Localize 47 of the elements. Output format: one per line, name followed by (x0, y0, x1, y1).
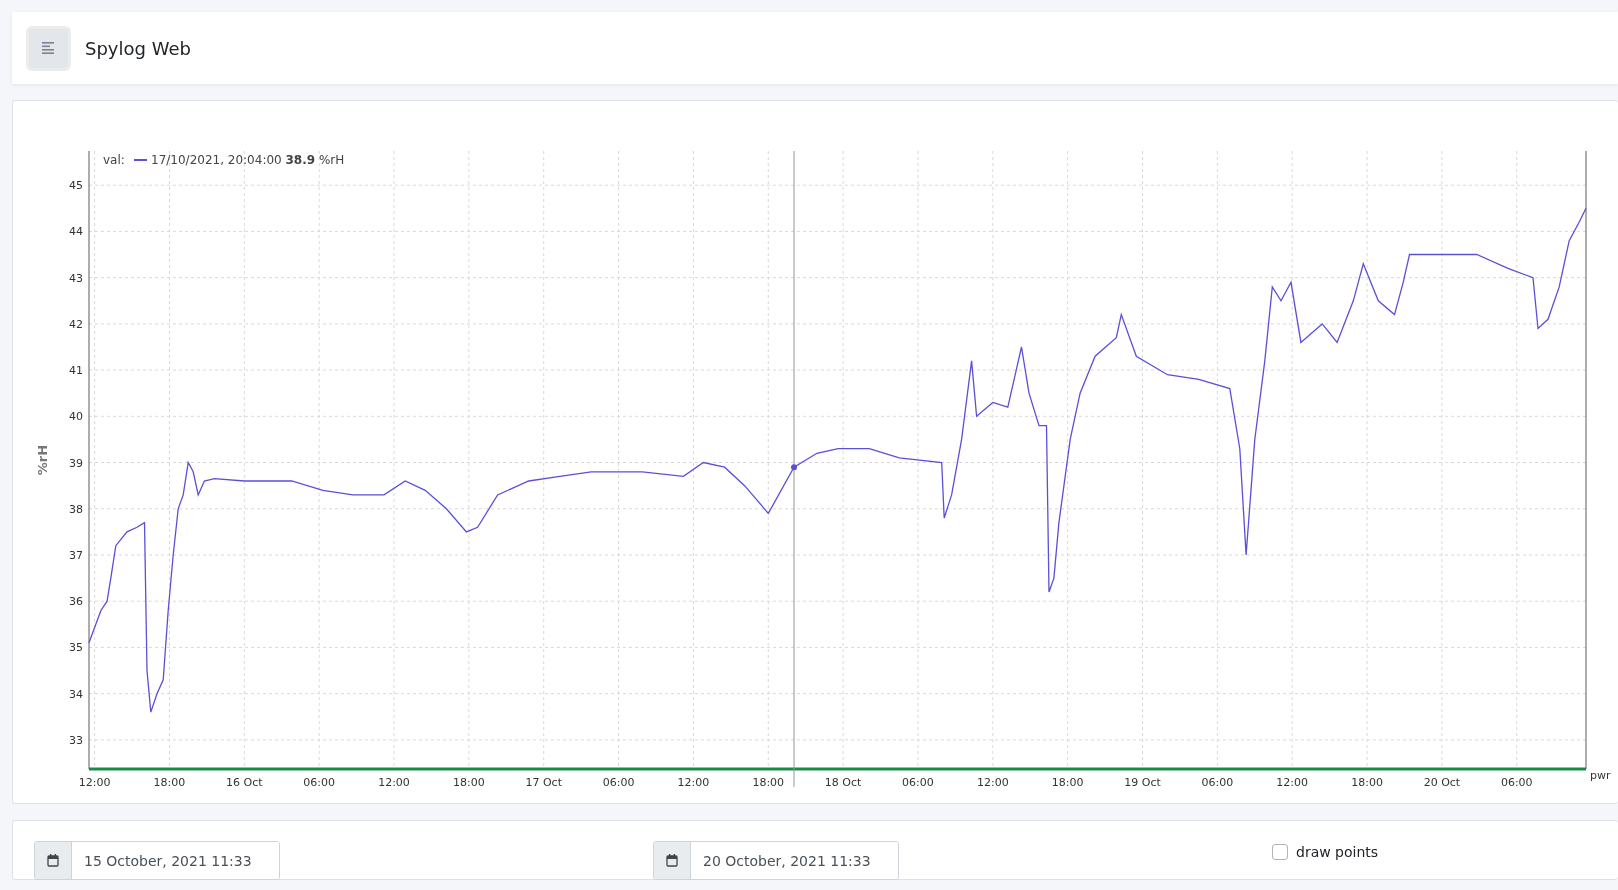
checkbox-label[interactable]: draw points (1296, 844, 1379, 860)
y-tick-label: 43 (69, 271, 83, 285)
x-tick-label: 18:00 (1351, 776, 1383, 789)
x-tick-label: 06:00 (303, 776, 335, 789)
menu-button[interactable] (26, 25, 71, 71)
x-tick-label: 12:00 (1276, 776, 1309, 789)
x-tick-label: 12:00 (78, 776, 111, 789)
y-tick-label: 33 (69, 733, 83, 747)
cursor-point (791, 464, 798, 471)
y-tick-label: 45 (69, 179, 83, 193)
y-tick-label: 35 (69, 641, 83, 655)
x-tick-label: 18:00 (752, 776, 785, 789)
x-tick-label: 12:00 (378, 776, 410, 789)
y-tick-label: 41 (69, 364, 83, 378)
x-tick-label: 19 Oct (1124, 776, 1161, 789)
y-tick-label: 40 (69, 410, 83, 424)
x-tick-label: 12:00 (976, 776, 1009, 789)
legend-value: 17/10/2021, 20:04:00 38.9 %rH (151, 152, 345, 169)
x-tick-label: 18:00 (1051, 776, 1084, 789)
app-title: Spylog Web (85, 37, 191, 59)
date-field[interactable]: 15 October, 2021 11:33 (34, 841, 280, 880)
x-tick-label: 06:00 (602, 776, 635, 789)
x-tick-label: 16 Oct (226, 776, 263, 789)
series-label: pwr (1590, 769, 1611, 782)
y-tick-label: 42 (69, 317, 83, 331)
x-tick-label: 18:00 (153, 776, 186, 789)
y-tick-label: 38 (69, 502, 83, 516)
legend-label: val: (103, 153, 125, 167)
y-tick-label: 36 (69, 595, 83, 609)
calendar-icon (47, 854, 59, 867)
checkbox[interactable] (1272, 844, 1288, 860)
x-tick-label: 18:00 (453, 776, 485, 789)
x-tick-label: 12:00 (677, 776, 710, 789)
x-tick-label: 20 Oct (1423, 776, 1461, 789)
x-tick-label: 17 Oct (525, 776, 562, 789)
y-axis-label: %rH (35, 444, 50, 476)
x-tick-label: 06:00 (1500, 776, 1533, 789)
y-tick-label: 34 (69, 687, 83, 701)
date-field[interactable]: 20 October, 2021 11:33 (653, 841, 899, 880)
calendar-icon (666, 854, 678, 867)
x-tick-label: 06:00 (1201, 776, 1234, 789)
menu-icon (41, 42, 56, 54)
x-tick-label: 06:00 (902, 776, 934, 789)
y-tick-label: 37 (69, 549, 83, 562)
x-tick-label: 18 Oct (824, 776, 862, 789)
y-tick-label: 44 (69, 225, 83, 239)
y-tick-label: 39 (69, 456, 83, 470)
